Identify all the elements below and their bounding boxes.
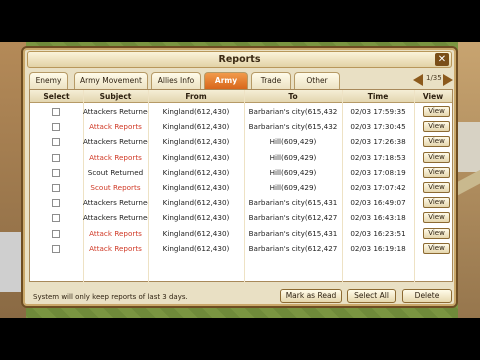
cell-subject[interactable]: Attack Reports [83,241,148,256]
cell-time: 02/03 16:49:07 [350,198,406,208]
view-button[interactable]: View [423,136,450,148]
tab-other[interactable]: Other [294,72,340,89]
cell-subject[interactable]: Attackers Returned [83,104,148,119]
tab-army-movement[interactable]: Army Movement [74,72,148,89]
table-row: Scout Returned Kingland(612,430) Hill(609,… [30,165,452,180]
tab-army[interactable]: Army [204,72,248,89]
next-page-icon[interactable] [443,74,453,86]
cell-to: Hill(609,429) [269,183,317,192]
cell-to: Barbarian's city(615,431 [248,228,338,238]
cell-to: Barbarian's city(615,431 [248,198,338,208]
close-icon[interactable]: ✕ [435,53,449,66]
retention-note: System will only keep reports of last 3 … [33,293,188,301]
cell-to: Barbarian's city(612,427 [248,213,338,223]
view-button[interactable]: View [423,197,450,209]
table-row: Attack Reports Kingland(612,430) Barbarian… [30,226,452,241]
cell-subject[interactable]: Attack Reports [83,119,148,134]
cell-from: Kingland(612,430) [162,198,230,208]
header-from: From [185,92,207,101]
reports-table: Select Subject From To Time View Attacke… [29,89,453,283]
table-row: Attackers Returned Kingland(612,430) Barba… [30,104,452,119]
cell-subject[interactable]: Scout Returned [83,165,148,180]
row-select-checkbox[interactable] [52,168,60,177]
letterbox-top [0,0,480,42]
cell-from: Kingland(612,430) [162,107,230,116]
cell-subject[interactable]: Attack Reports [83,150,148,165]
header-select: Select [43,92,70,101]
row-select-checkbox[interactable] [52,184,60,192]
view-button[interactable]: View [423,166,450,178]
cell-subject[interactable]: Attackers Returned [83,210,148,225]
header-subject: Subject [99,92,132,101]
row-select-checkbox[interactable] [52,138,60,147]
row-select-checkbox[interactable] [52,244,60,253]
view-button[interactable]: View [423,227,450,239]
cell-from: Kingland(612,430) [162,122,230,132]
row-select-checkbox[interactable] [52,153,60,162]
cell-from: Kingland(612,430) [162,213,230,223]
table-row: Attack Reports Kingland(612,430) Hill(609,… [30,150,452,165]
row-select-checkbox[interactable] [52,108,60,116]
table-row: Attack Reports Kingland(612,430) Barbarian… [30,119,452,134]
cell-time: 02/03 16:43:18 [350,213,406,223]
table-header: Select Subject From To Time View [30,90,452,103]
cell-to: Hill(609,429) [269,137,317,147]
cell-to: Hill(609,429) [269,167,317,177]
prev-page-icon[interactable] [413,74,423,86]
mark-as-read-button[interactable]: Mark as Read [280,289,342,303]
row-select-checkbox[interactable] [52,229,60,238]
table-row: Attack Reports Kingland(612,430) Barbarian… [30,241,452,256]
view-button[interactable]: View [423,151,450,163]
reports-dialog: Reports ✕ Enemy Army Movement Allies Inf… [21,46,458,308]
dialog-titlebar: Reports ✕ [27,51,452,68]
table-row: Attackers Returned Kingland(612,430) Barba… [30,195,452,210]
cell-from: Kingland(612,430) [162,167,230,177]
header-time: Time [367,92,389,101]
cell-time: 02/03 17:30:45 [350,122,406,132]
row-select-checkbox[interactable] [52,123,60,132]
header-to: To [288,92,298,101]
cell-to: Barbarian's city(612,427 [248,243,338,253]
cell-time: 02/03 17:26:38 [350,137,406,147]
tab-allies-info[interactable]: Allies Info [151,72,201,89]
page-indicator: 1/35 [426,74,442,82]
cell-subject[interactable]: Scout Reports [83,180,148,195]
tab-trade[interactable]: Trade [251,72,291,89]
view-button[interactable]: View [423,182,450,193]
cell-to: Hill(609,429) [269,152,317,162]
cell-to: Barbarian's city(615,432 [248,107,338,116]
tab-enemy[interactable]: Enemy [29,72,68,89]
delete-button[interactable]: Delete [402,289,452,303]
cell-time: 02/03 17:08:19 [350,167,406,177]
cell-subject[interactable]: Attackers Returned [83,195,148,210]
table-row: Attackers Returned Kingland(612,430) Hill(… [30,134,452,149]
header-view: View [422,92,444,101]
dialog-title: Reports [218,54,261,65]
letterbox-bottom [0,318,480,360]
select-all-button[interactable]: Select All [347,289,396,303]
cell-from: Kingland(612,430) [162,228,230,238]
pager: 1/35 [413,73,453,87]
wall-right [456,122,480,172]
view-button[interactable]: View [423,106,450,117]
cell-time: 02/03 16:23:51 [350,228,406,238]
table-row: Scout Reports Kingland(612,430) Hill(609,4… [30,180,452,195]
view-button[interactable]: View [423,121,450,133]
cell-subject[interactable]: Attack Reports [83,226,148,241]
cell-to: Barbarian's city(615,432 [248,122,338,132]
cell-from: Kingland(612,430) [162,243,230,253]
cell-subject[interactable]: Attackers Returned [83,134,148,149]
cell-time: 02/03 17:59:35 [350,107,406,116]
cell-time: 02/03 16:19:18 [350,243,406,253]
cell-time: 02/03 17:18:53 [350,152,406,162]
row-select-checkbox[interactable] [52,199,60,208]
view-button[interactable]: View [423,212,450,224]
cell-from: Kingland(612,430) [162,183,230,192]
row-select-checkbox[interactable] [52,214,60,223]
cell-from: Kingland(612,430) [162,152,230,162]
cell-from: Kingland(612,430) [162,137,230,147]
table-row: Attackers Returned Kingland(612,430) Barba… [30,210,452,225]
cell-time: 02/03 17:07:42 [350,183,406,192]
view-button[interactable]: View [423,242,450,254]
